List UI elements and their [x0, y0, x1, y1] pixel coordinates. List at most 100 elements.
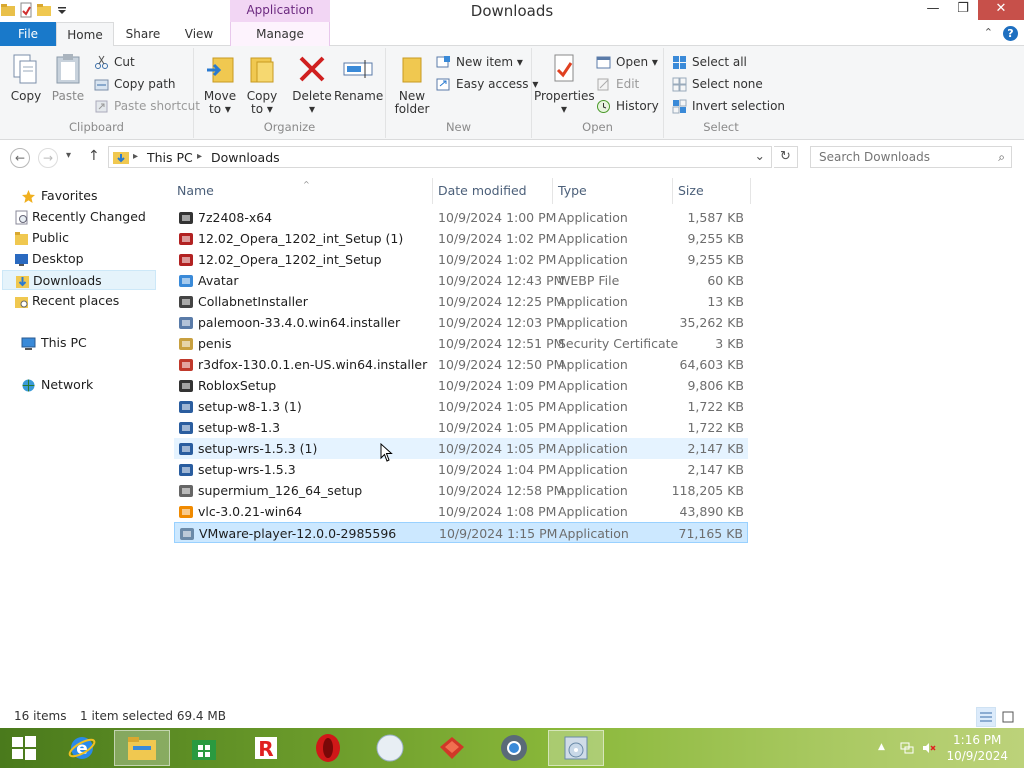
nav-favorites[interactable]: Favorites	[2, 186, 156, 206]
table-row[interactable]: 12.02_Opera_1202_int_Setup 10/9/2024 1:02…	[174, 249, 748, 270]
new-folder-button[interactable]: New folder	[390, 52, 434, 116]
cut-button[interactable]: Cut	[94, 52, 135, 72]
search-box[interactable]: ⌕	[810, 146, 1012, 168]
expand-ribbon-icon[interactable]: ⌃	[984, 26, 993, 41]
taskbar-internet-explorer[interactable]: e	[54, 730, 110, 766]
folder-app-icon[interactable]	[0, 2, 16, 18]
invert-selection-button[interactable]: Invert selection	[672, 96, 785, 116]
nav-public[interactable]: Public	[2, 228, 156, 248]
help-icon[interactable]: ?	[1003, 26, 1018, 41]
start-button[interactable]	[0, 730, 48, 766]
table-row[interactable]: palemoon-33.4.0.win64.installer 10/9/2024…	[174, 312, 748, 333]
taskbar-r3dfox[interactable]	[424, 730, 480, 766]
copy-to-button[interactable]: Copy to ▾	[242, 52, 282, 116]
breadcrumb-this-pc[interactable]: This PC	[147, 150, 193, 165]
close-button[interactable]: ✕	[978, 0, 1024, 20]
column-header-name[interactable]: Name ^	[177, 180, 310, 201]
show-hidden-icons-icon[interactable]: ▲	[878, 742, 892, 756]
paste-button[interactable]: Paste	[48, 52, 88, 103]
file-type: Application	[558, 378, 628, 393]
volume-muted-icon[interactable]	[922, 741, 936, 755]
history-button[interactable]: History	[596, 96, 659, 116]
forward-button[interactable]: →	[38, 148, 58, 168]
properties-icon[interactable]	[18, 2, 34, 18]
taskbar-store[interactable]	[176, 730, 232, 766]
table-row[interactable]: penis 10/9/2024 12:51 PM Security Certific…	[174, 333, 748, 354]
easy-access-button[interactable]: Easy access ▾	[436, 74, 538, 94]
delete-button[interactable]: Delete ▾	[290, 52, 334, 116]
file-date-modified: 10/9/2024 12:03 PM	[438, 315, 565, 330]
column-header-date[interactable]: Date modified	[438, 181, 527, 201]
table-row[interactable]: 12.02_Opera_1202_int_Setup (1) 10/9/2024 …	[174, 228, 748, 249]
table-row[interactable]: setup-w8-1.3 (1) 10/9/2024 1:05 PM Applica…	[174, 396, 748, 417]
copy-path-button[interactable]: Copy path	[94, 74, 176, 94]
new-folder-icon[interactable]	[36, 2, 52, 18]
taskbar-file-explorer[interactable]	[114, 730, 170, 766]
nav-recently-changed[interactable]: Recently Changed	[2, 207, 156, 227]
table-row[interactable]: 7z2408-x64 10/9/2024 1:00 PM Application 1,…	[174, 207, 748, 228]
tab-view[interactable]: View	[176, 22, 222, 46]
column-divider[interactable]	[672, 178, 673, 204]
breadcrumb-sep-1[interactable]: ▸	[133, 151, 138, 162]
taskbar-roblox[interactable]: R	[238, 730, 294, 766]
minimize-button[interactable]: —	[918, 0, 948, 20]
column-divider[interactable]	[750, 178, 751, 204]
column-divider[interactable]	[432, 178, 433, 204]
taskbar-supermium[interactable]	[486, 730, 542, 766]
table-row[interactable]: vlc-3.0.21-win64 10/9/2024 1:08 PM Applica…	[174, 501, 748, 522]
nav-network[interactable]: Network	[2, 375, 156, 395]
table-row[interactable]: CollabnetInstaller 10/9/2024 12:25 PM Appl…	[174, 291, 748, 312]
nav-this-pc[interactable]: This PC	[2, 333, 156, 353]
tab-file[interactable]: File	[0, 22, 56, 46]
select-all-button[interactable]: Select all	[672, 52, 747, 72]
table-row[interactable]: supermium_126_64_setup 10/9/2024 12:58 PM…	[174, 480, 748, 501]
recent-locations-button[interactable]: ▾	[66, 150, 71, 161]
breadcrumb-downloads[interactable]: Downloads	[211, 150, 280, 165]
maximize-button[interactable]: ❐	[948, 0, 978, 20]
column-header-type[interactable]: Type	[558, 181, 587, 201]
copy-icon	[13, 54, 37, 84]
table-row[interactable]: VMware-player-12.0.0-2985596 10/9/2024 1:…	[174, 522, 748, 543]
large-icons-view-button[interactable]	[998, 707, 1018, 727]
tab-share[interactable]: Share	[118, 22, 168, 46]
nav-downloads[interactable]: Downloads	[2, 270, 156, 290]
column-header-size[interactable]: Size	[678, 181, 704, 201]
select-none-button[interactable]: Select none	[672, 74, 763, 94]
address-dropdown-button[interactable]: ⌄	[755, 148, 765, 163]
search-input[interactable]	[811, 147, 981, 167]
search-icon[interactable]: ⌕	[998, 150, 1005, 165]
table-row[interactable]: Avatar 10/9/2024 12:43 PM WEBP File 60 KB	[174, 270, 748, 291]
table-row[interactable]: setup-wrs-1.5.3 10/9/2024 1:04 PM Applicat…	[174, 459, 748, 480]
taskbar-vmware-installer[interactable]	[548, 730, 604, 766]
nav-desktop[interactable]: Desktop	[2, 249, 156, 269]
new-item-button[interactable]: New item ▾	[436, 52, 523, 72]
back-button[interactable]: ←	[10, 148, 30, 168]
move-to-button[interactable]: Move to ▾	[200, 52, 240, 116]
table-row[interactable]: setup-w8-1.3 10/9/2024 1:05 PM Application…	[174, 417, 748, 438]
edit-button[interactable]: Edit	[596, 74, 639, 94]
open-button[interactable]: Open ▾	[596, 52, 658, 72]
network-tray-icon[interactable]	[900, 741, 914, 755]
up-button[interactable]: ↑	[88, 148, 100, 164]
recent-items-icon	[15, 210, 28, 225]
tab-manage[interactable]: Manage	[230, 22, 330, 46]
table-row[interactable]: r3dfox-130.0.1.en-US.win64.installer 10/9…	[174, 354, 748, 375]
copy-button[interactable]: Copy	[6, 52, 46, 103]
table-row[interactable]: RobloxSetup 10/9/2024 1:09 PM Application 9…	[174, 375, 748, 396]
details-view-button[interactable]	[976, 707, 996, 727]
address-bar[interactable]: ▸ This PC ▸ Downloads ⌄	[108, 146, 772, 168]
paste-shortcut-button[interactable]: Paste shortcut	[94, 96, 200, 116]
tab-home[interactable]: Home	[56, 22, 114, 47]
file-date-modified: 10/9/2024 1:15 PM	[439, 526, 558, 541]
nav-recent-places[interactable]: Recent places	[2, 291, 156, 311]
taskbar-pale-moon[interactable]	[362, 730, 418, 766]
taskbar-clock[interactable]: 1:16 PM 10/9/2024	[946, 732, 1008, 764]
taskbar-opera[interactable]	[300, 730, 356, 766]
rename-button[interactable]: Rename	[334, 52, 383, 103]
column-divider[interactable]	[552, 178, 553, 204]
refresh-button[interactable]: ↻	[774, 146, 798, 168]
properties-button[interactable]: Properties ▾	[534, 52, 595, 116]
breadcrumb-sep-2[interactable]: ▸	[197, 151, 202, 162]
customize-qat-icon[interactable]	[54, 2, 70, 18]
table-row[interactable]: setup-wrs-1.5.3 (1) 10/9/2024 1:05 PM Appl…	[174, 438, 748, 459]
